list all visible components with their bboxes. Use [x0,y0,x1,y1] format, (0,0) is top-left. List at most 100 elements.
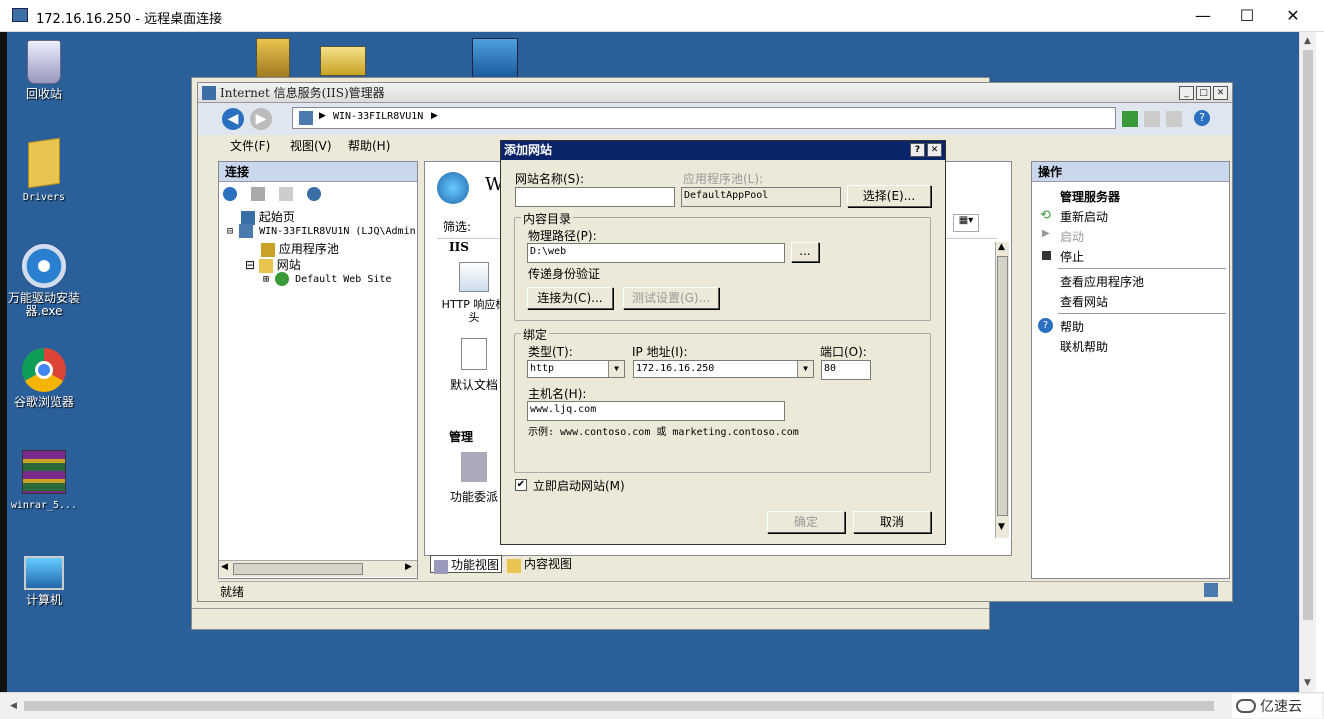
ip-value: 172.16.16.250 [636,363,715,374]
connections-toolbar [223,186,343,204]
iis-minimize-button[interactable]: _ [1179,86,1194,100]
up-icon[interactable] [279,187,293,201]
tree-label: WIN-33FILR8VU1N (LJQ\Admin [259,226,416,237]
network-icon [1204,583,1218,597]
minimize-button[interactable]: — [1180,0,1226,31]
menu-view[interactable]: 视图(V) [290,137,332,154]
hostname-input[interactable]: www.ljq.com [527,401,785,421]
desktop-icon-driver-installer[interactable]: 万能驱动安装器.exe [8,244,80,318]
computer-icon [24,556,64,590]
desktop-icon-label: 回收站 [25,87,62,101]
tree-server[interactable]: ⊟ WIN-33FILR8VU1N (LJQ\Admin [227,224,416,238]
scroll-right-icon[interactable]: ▶ [405,562,412,572]
desktop-icon-winrar[interactable]: winrar_5... [8,450,80,512]
desktop-icon-drivers[interactable]: Drivers [8,137,80,204]
center-vscroll[interactable]: ▲ ▼ [995,242,1009,538]
tree-sites[interactable]: ⊟ 网站 [245,256,301,273]
features-view-icon [434,559,448,574]
action-view-sites[interactable]: 查看网站 [1060,293,1108,310]
menu-help[interactable]: 帮助(H) [348,137,390,154]
chevron-down-icon[interactable]: ▼ [797,361,813,377]
breadcrumb-arrow-icon: ▶ [319,111,326,121]
scroll-left-icon[interactable]: ◀ [221,562,228,572]
iis-close-button[interactable]: ✕ [1213,86,1228,100]
connections-hscroll[interactable]: ◀ ▶ [219,560,417,577]
stop-icon[interactable] [1144,111,1160,127]
tab-features-view[interactable]: 功能视图 [430,555,502,574]
desktop-icon-label: Drivers [22,192,66,203]
actions-panel: 操作 管理服务器 ⟲ 重新启动 ▶ 启动 停止 查看应用程序池 查看网站 ? 帮… [1031,161,1230,579]
action-view-app-pools[interactable]: 查看应用程序池 [1060,273,1144,290]
select-app-pool-button[interactable]: 选择(E)... [847,185,931,207]
home-icon[interactable] [1166,111,1182,127]
action-online-help[interactable]: 联机帮助 [1060,338,1108,355]
connect-icon[interactable] [223,187,237,201]
dialog-help-button[interactable]: ? [910,143,925,157]
tree-default-web-site[interactable]: ⊞ Default Web Site [263,272,391,286]
tree-start-page[interactable]: 起始页 [241,208,295,225]
rdp-vertical-scrollbar[interactable]: ▲ ▼ [1299,32,1316,692]
server-manager-icon[interactable] [256,38,290,78]
scroll-thumb[interactable] [1303,50,1313,620]
scroll-thumb[interactable] [24,701,1214,711]
action-start: 启动 [1060,230,1085,244]
browse-button[interactable]: ... [791,242,819,262]
document-icon [461,338,487,370]
chevron-down-icon[interactable]: ▼ [608,361,624,377]
action-restart[interactable]: 重新启动 [1060,208,1108,225]
physical-path-input[interactable]: D:\web [527,243,785,263]
tree-label: 网站 [276,258,301,272]
scroll-down-icon[interactable]: ▼ [998,522,1005,532]
desktop-icon-recycle-bin[interactable]: 回收站 [8,40,80,101]
address-bar[interactable]: ▶ WIN-33FILR8VU1N ▶ [292,107,1116,129]
help-icon[interactable]: ? [1194,110,1210,126]
menu-file[interactable]: 文件(F) [230,137,270,154]
scroll-up-icon[interactable]: ▲ [1304,36,1311,46]
back-icon[interactable]: ◀ [222,108,244,130]
breadcrumb-arrow-icon[interactable]: ▶ [431,111,438,121]
type-select[interactable]: http ▼ [527,360,625,378]
site-name-input[interactable] [515,187,675,207]
start-page-icon [241,210,255,225]
scroll-up-icon[interactable]: ▲ [998,242,1005,252]
view-toggle-icon[interactable]: ▦▾ [953,214,979,232]
tab-content-view[interactable]: 内容视图 [504,555,576,573]
desktop-icon-label: 万能驱动安装器.exe [8,291,81,318]
maximize-button[interactable]: ☐ [1224,0,1270,31]
action-help[interactable]: 帮助 [1060,318,1084,335]
scroll-down-icon[interactable]: ▼ [1304,678,1311,688]
tree-app-pools[interactable]: 应用程序池 [261,240,339,257]
port-input[interactable]: 80 [821,360,871,380]
scroll-left-icon[interactable]: ◀ [10,701,17,711]
disconnect-icon[interactable] [307,187,321,201]
desktop-icon-chrome[interactable]: 谷歌浏览器 [8,348,80,409]
scroll-thumb[interactable] [233,563,363,575]
server-icon [239,224,254,238]
connections-header: 连接 [219,162,417,182]
refresh-icon[interactable] [1122,111,1138,127]
ip-address-select[interactable]: 172.16.16.250 ▼ [633,360,814,378]
scroll-thumb[interactable] [997,256,1008,516]
action-stop[interactable]: 停止 [1060,248,1084,265]
iis-titlebar: Internet 信息服务(IIS)管理器 _ □ ✕ [198,83,1232,103]
background-statusbar [192,608,989,629]
divider [1058,268,1226,269]
start-immediately-checkbox[interactable]: ✔ [515,479,527,491]
dialog-close-button[interactable]: ✕ [927,143,942,157]
desktop-icon-computer[interactable]: 计算机 [8,556,80,607]
breadcrumb-server[interactable]: WIN-33FILR8VU1N [333,111,423,122]
dialog-title: 添加网站 [504,143,553,157]
drive-icon[interactable] [320,46,366,76]
connect-as-button[interactable]: 连接为(C)... [527,287,613,309]
section-manage: 管理 [449,430,474,444]
forward-icon[interactable]: ▶ [250,108,272,130]
folder-icon [28,137,60,189]
save-icon[interactable] [251,187,265,201]
iis-shortcut-icon[interactable] [472,38,518,78]
feature-label: 功能委派 [449,490,498,504]
rdp-horizontal-scrollbar[interactable]: ◀ [0,692,1324,719]
close-button[interactable]: ✕ [1270,0,1316,31]
type-label: 类型(T): [528,345,573,359]
cancel-button[interactable]: 取消 [853,511,931,533]
iis-maximize-button[interactable]: □ [1196,86,1211,100]
